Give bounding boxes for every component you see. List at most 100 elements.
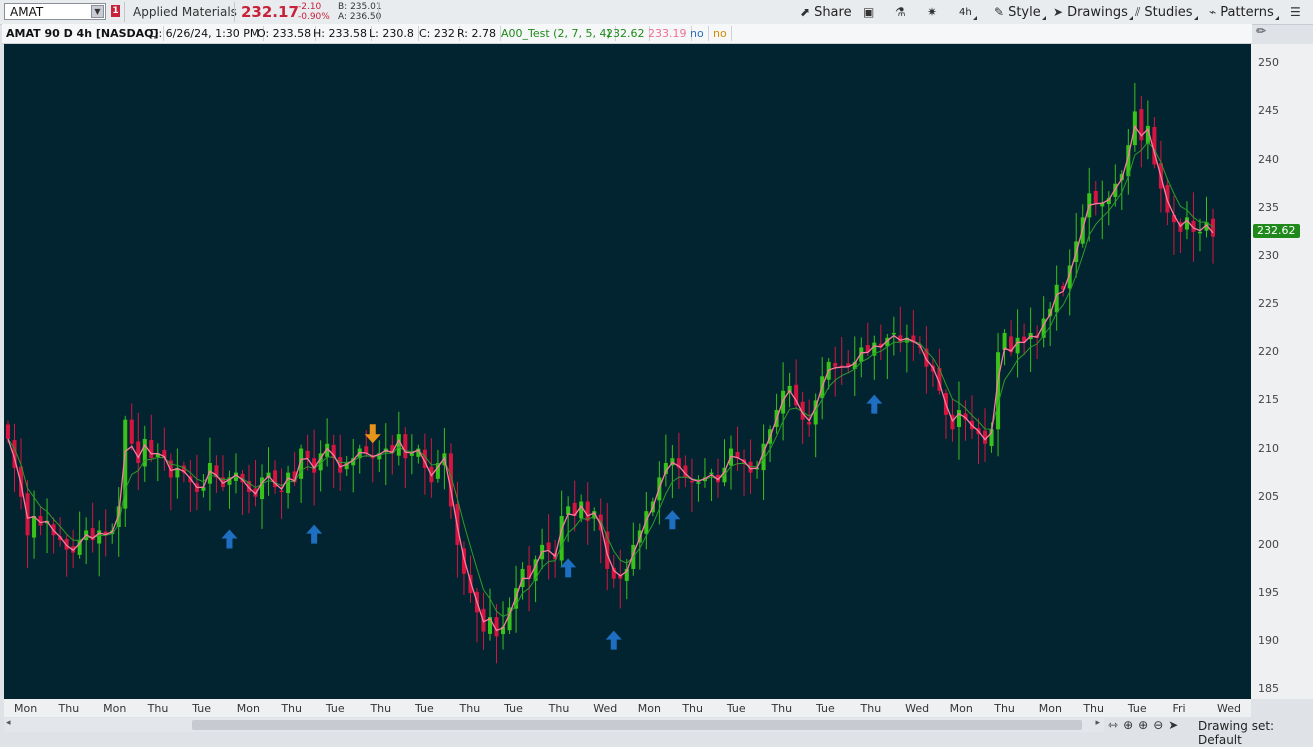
timeframe-button[interactable]: 4h xyxy=(953,2,978,22)
lab-button[interactable]: ⚗ xyxy=(889,2,912,22)
candle-body xyxy=(833,363,838,367)
time-tick-label: Thu xyxy=(548,702,570,715)
studies-label: Studies xyxy=(1144,4,1193,20)
symbol-text[interactable]: AMAT xyxy=(10,5,43,19)
candlestick-chart[interactable] xyxy=(4,44,1251,699)
separator xyxy=(124,2,125,22)
timeframe-label: 4h xyxy=(959,6,972,18)
share-button[interactable]: ⬈ Share xyxy=(794,2,858,22)
flask-icon: ⚗ xyxy=(895,5,906,19)
buy-signal-arrow xyxy=(605,630,622,650)
bid-ask: B: 235.01 A: 236.50 xyxy=(338,2,382,22)
menu-corner-icon xyxy=(972,16,977,20)
chart-scrollbar[interactable]: ◂ ▸ xyxy=(4,718,1104,732)
candle-body xyxy=(709,472,714,475)
time-tick-label: Mon xyxy=(236,702,260,715)
menu-corner-icon xyxy=(1274,16,1279,20)
share-label: Share xyxy=(814,4,852,20)
crosshair-icon[interactable]: ⊕ xyxy=(1123,718,1133,734)
patterns-icon: ⌁ xyxy=(1209,5,1217,19)
expand-horizontal-icon[interactable]: ⇿ xyxy=(1108,718,1118,734)
menu-corner-icon xyxy=(1041,16,1046,20)
brush-icon: ✎ xyxy=(994,5,1005,19)
candle-body xyxy=(1015,337,1020,354)
price-axis[interactable]: 185 190 195 200 205 210 215 220 225 230 235 240 245 2… xyxy=(1251,44,1313,699)
symbol-input[interactable]: AMAT ▼ xyxy=(4,3,106,20)
time-tick-label: Wed xyxy=(593,702,618,715)
pointer-icon[interactable]: ➤ xyxy=(1168,718,1178,734)
time-tick-label: Thu xyxy=(459,702,481,715)
buy-signal-arrow xyxy=(306,524,323,544)
slow-average-line xyxy=(7,141,1214,618)
alert-badge[interactable]: 1 xyxy=(111,5,120,17)
menu-button[interactable]: ☰ xyxy=(1284,2,1307,22)
top-toolbar: AMAT ▼ 1 Applied Materials 232.17 -2.10 … xyxy=(0,0,1313,25)
price-tick-label: 195 xyxy=(1258,586,1279,600)
chart-info-bar: AMAT 90 D 4h [NASDAQ] D: 6/26/24, 1:30 P… xyxy=(2,24,1252,44)
candle-body xyxy=(32,515,37,538)
candle-body xyxy=(956,410,961,427)
drawing-tool-icon[interactable]: ✏ xyxy=(1256,24,1272,40)
ask-price: A: 236.50 xyxy=(338,12,382,22)
time-tick-label: Thu xyxy=(58,702,80,715)
study-flag-1: no xyxy=(686,26,709,41)
patterns-button[interactable]: ⌁ Patterns xyxy=(1203,2,1280,22)
study-flag-2: no xyxy=(709,26,732,41)
time-tick-label: Thu xyxy=(370,702,392,715)
price-tick-label: 225 xyxy=(1258,297,1279,311)
studies-button[interactable]: ⫽ Studies xyxy=(1129,2,1199,22)
scrollbar-thumb[interactable] xyxy=(192,720,1082,730)
drawing-set-label[interactable]: Drawing set: Default xyxy=(1198,719,1313,747)
zoom-out-icon[interactable]: ⊖ xyxy=(1153,718,1163,734)
price-chart[interactable] xyxy=(4,44,1251,699)
price-tick-label: 245 xyxy=(1258,104,1279,118)
drawings-button[interactable]: ➤ Drawings xyxy=(1047,2,1134,22)
time-tick-label: Tue xyxy=(192,702,212,715)
candle-body xyxy=(396,434,401,456)
candle-body xyxy=(1197,231,1202,234)
scroll-left-icon[interactable]: ◂ xyxy=(6,718,11,728)
time-tick-label: Tue xyxy=(504,702,523,715)
scroll-right-icon[interactable]: ▸ xyxy=(1095,718,1100,728)
settings-button[interactable]: ✷ xyxy=(921,2,943,22)
candle-body xyxy=(559,515,564,561)
time-tick-label: Mon xyxy=(637,702,661,715)
buy-signal-arrow xyxy=(664,510,681,530)
price-tick-label: 210 xyxy=(1258,441,1279,455)
candle-body xyxy=(136,441,141,464)
chart-title[interactable]: AMAT 90 D 4h [NASDAQ] xyxy=(2,26,164,41)
low-value: L: 230.8 xyxy=(365,26,419,41)
bar-date: D: 6/26/24, 1:30 PM xyxy=(146,26,265,41)
candle-body xyxy=(305,450,310,459)
candle-body xyxy=(696,482,701,484)
price-tick-label: 230 xyxy=(1258,248,1279,262)
zoom-in-icon[interactable]: ⊕ xyxy=(1138,718,1148,734)
study-name[interactable]: A00_Test (2, 7, 5, 4) xyxy=(497,26,616,41)
last-price: 232.17 xyxy=(241,3,299,21)
candle-body xyxy=(807,421,812,425)
candle-body xyxy=(585,501,590,521)
time-tick-label: Thu xyxy=(771,702,793,715)
time-tick-label: Wed xyxy=(1217,702,1241,715)
flexible-grid-button[interactable]: ▣ xyxy=(857,2,880,22)
grid-icon: ▣ xyxy=(863,5,875,19)
buy-signal-arrow xyxy=(866,394,883,414)
price-tick-label: 205 xyxy=(1258,489,1279,503)
last-price-tag: 232.62 xyxy=(1253,223,1300,238)
range-value: R: 2.78 xyxy=(453,26,501,41)
symbol-dropdown-icon[interactable]: ▼ xyxy=(91,5,104,18)
price-tick-label: 240 xyxy=(1258,152,1279,166)
time-axis[interactable]: Mon Thu Mon Thu Tue Mon Thu Tue Thu Tue Thu Tue Thu W… xyxy=(4,699,1251,717)
time-tick-label: Thu xyxy=(147,702,169,715)
candle-body xyxy=(546,542,551,550)
cursor-icon: ➤ xyxy=(1053,5,1064,19)
price-tick-label: 235 xyxy=(1258,200,1279,214)
time-tick-label: Mon xyxy=(103,702,127,715)
study-value-2: 233.19 xyxy=(644,26,692,41)
time-tick-label: Thu xyxy=(281,702,302,715)
price-tick-label: 185 xyxy=(1258,682,1279,696)
time-tick-label: Tue xyxy=(325,702,345,715)
separator xyxy=(378,2,379,22)
style-label: Style xyxy=(1008,4,1041,20)
style-button[interactable]: ✎ Style xyxy=(988,2,1047,22)
